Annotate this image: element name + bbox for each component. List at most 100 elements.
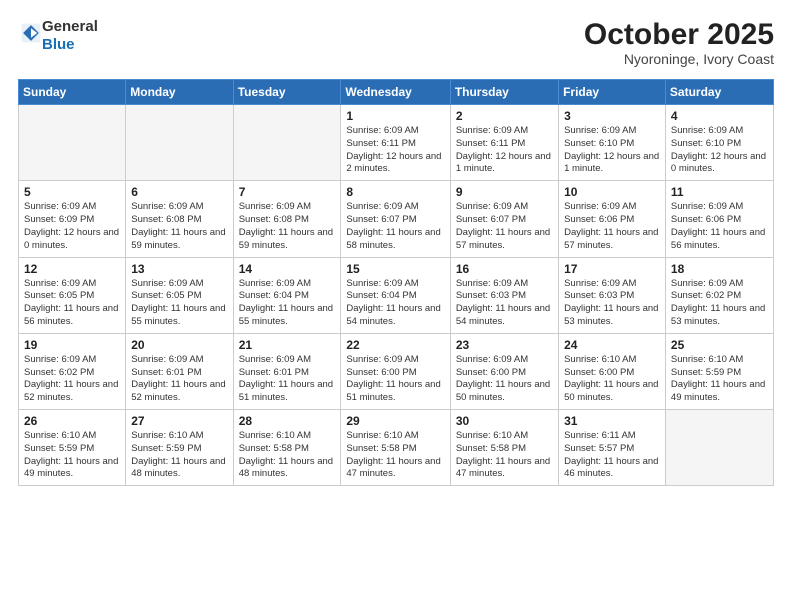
day-info: Sunrise: 6:09 AM Sunset: 6:05 PM Dayligh… [131,278,227,329]
day-info: Sunrise: 6:09 AM Sunset: 6:09 PM Dayligh… [24,201,120,252]
day-number: 28 [239,414,336,428]
table-row: 23 Sunrise: 6:09 AM Sunset: 6:00 PM Dayli… [450,333,558,409]
day-info: Sunrise: 6:09 AM Sunset: 6:04 PM Dayligh… [239,278,336,329]
table-row: 8 Sunrise: 6:09 AM Sunset: 6:07 PM Daylig… [341,181,450,257]
logo-blue: Blue [42,36,75,53]
day-number: 15 [346,262,444,276]
day-number: 18 [671,262,768,276]
day-number: 21 [239,338,336,352]
table-row: 1 Sunrise: 6:09 AM Sunset: 6:11 PM Daylig… [341,105,450,181]
day-info: Sunrise: 6:09 AM Sunset: 6:00 PM Dayligh… [456,354,553,405]
calendar-week-row: 19 Sunrise: 6:09 AM Sunset: 6:02 PM Dayli… [19,333,774,409]
table-row: 28 Sunrise: 6:10 AM Sunset: 5:58 PM Dayli… [233,410,341,486]
day-info: Sunrise: 6:09 AM Sunset: 6:04 PM Dayligh… [346,278,444,329]
day-number: 14 [239,262,336,276]
calendar-header-row: Sunday Monday Tuesday Wednesday Thursday… [19,80,774,105]
day-number: 23 [456,338,553,352]
day-info: Sunrise: 6:09 AM Sunset: 6:02 PM Dayligh… [671,278,768,329]
day-number: 26 [24,414,120,428]
col-saturday: Saturday [665,80,773,105]
table-row: 21 Sunrise: 6:09 AM Sunset: 6:01 PM Dayli… [233,333,341,409]
day-number: 6 [131,185,227,199]
table-row: 11 Sunrise: 6:09 AM Sunset: 6:06 PM Dayli… [665,181,773,257]
calendar-week-row: 26 Sunrise: 6:10 AM Sunset: 5:59 PM Dayli… [19,410,774,486]
table-row: 19 Sunrise: 6:09 AM Sunset: 6:02 PM Dayli… [19,333,126,409]
table-row: 4 Sunrise: 6:09 AM Sunset: 6:10 PM Daylig… [665,105,773,181]
table-row: 20 Sunrise: 6:09 AM Sunset: 6:01 PM Dayli… [126,333,233,409]
day-number: 1 [346,109,444,123]
table-row: 15 Sunrise: 6:09 AM Sunset: 6:04 PM Dayli… [341,257,450,333]
table-row: 16 Sunrise: 6:09 AM Sunset: 6:03 PM Dayli… [450,257,558,333]
table-row: 27Sunrise: 6:10 AM Sunset: 5:59 PM Dayli… [126,410,233,486]
day-info: Sunrise: 6:10 AM Sunset: 5:59 PM Dayligh… [131,430,227,481]
logo-icon [20,22,42,44]
col-tuesday: Tuesday [233,80,341,105]
calendar-week-row: 5 Sunrise: 6:09 AM Sunset: 6:09 PM Daylig… [19,181,774,257]
day-info: Sunrise: 6:10 AM Sunset: 5:58 PM Dayligh… [239,430,336,481]
day-info: Sunrise: 6:11 AM Sunset: 5:57 PM Dayligh… [564,430,660,481]
day-number: 10 [564,185,660,199]
day-number: 8 [346,185,444,199]
day-info: Sunrise: 6:10 AM Sunset: 5:59 PM Dayligh… [24,430,120,481]
table-row: 2 Sunrise: 6:09 AM Sunset: 6:11 PM Daylig… [450,105,558,181]
table-row: 6 Sunrise: 6:09 AM Sunset: 6:08 PM Daylig… [126,181,233,257]
table-row: 22Sunrise: 6:09 AM Sunset: 6:00 PM Dayli… [341,333,450,409]
day-number: 11 [671,185,768,199]
day-info: Sunrise: 6:09 AM Sunset: 6:03 PM Dayligh… [456,278,553,329]
table-row: 24 Sunrise: 6:10 AM Sunset: 6:00 PM Dayli… [559,333,666,409]
calendar-week-row: 1 Sunrise: 6:09 AM Sunset: 6:11 PM Daylig… [19,105,774,181]
table-row: 31Sunrise: 6:11 AM Sunset: 5:57 PM Dayli… [559,410,666,486]
day-info: Sunrise: 6:09 AM Sunset: 6:07 PM Dayligh… [346,201,444,252]
table-row: 13Sunrise: 6:09 AM Sunset: 6:05 PM Dayli… [126,257,233,333]
table-row: 10 Sunrise: 6:09 AM Sunset: 6:06 PM Dayli… [559,181,666,257]
col-wednesday: Wednesday [341,80,450,105]
table-row: 26 Sunrise: 6:10 AM Sunset: 5:59 PM Dayli… [19,410,126,486]
day-info: Sunrise: 6:09 AM Sunset: 6:07 PM Dayligh… [456,201,553,252]
logo: General Blue [18,18,98,54]
day-number: 22 [346,338,444,352]
day-info: Sunrise: 6:09 AM Sunset: 6:08 PM Dayligh… [131,201,227,252]
day-info: Sunrise: 6:09 AM Sunset: 6:01 PM Dayligh… [131,354,227,405]
day-number: 19 [24,338,120,352]
page: General Blue October 2025 Nyoroninge, Iv… [0,0,792,612]
day-info: Sunrise: 6:09 AM Sunset: 6:10 PM Dayligh… [671,125,768,176]
day-info: Sunrise: 6:09 AM Sunset: 6:11 PM Dayligh… [346,125,444,176]
day-number: 17 [564,262,660,276]
table-row: 30Sunrise: 6:10 AM Sunset: 5:58 PM Dayli… [450,410,558,486]
day-info: Sunrise: 6:09 AM Sunset: 6:01 PM Dayligh… [239,354,336,405]
day-info: Sunrise: 6:10 AM Sunset: 6:00 PM Dayligh… [564,354,660,405]
day-number: 24 [564,338,660,352]
day-number: 2 [456,109,553,123]
day-info: Sunrise: 6:09 AM Sunset: 6:02 PM Dayligh… [24,354,120,405]
day-info: Sunrise: 6:09 AM Sunset: 6:06 PM Dayligh… [564,201,660,252]
day-info: Sunrise: 6:09 AM Sunset: 6:03 PM Dayligh… [564,278,660,329]
day-number: 25 [671,338,768,352]
table-row: 18 Sunrise: 6:09 AM Sunset: 6:02 PM Dayli… [665,257,773,333]
table-row: 7Sunrise: 6:09 AM Sunset: 6:08 PM Daylig… [233,181,341,257]
header: General Blue October 2025 Nyoroninge, Iv… [18,18,774,67]
day-number: 29 [346,414,444,428]
table-row: 25 Sunrise: 6:10 AM Sunset: 5:59 PM Dayli… [665,333,773,409]
day-info: Sunrise: 6:10 AM Sunset: 5:58 PM Dayligh… [346,430,444,481]
month-title: October 2025 [584,18,774,51]
day-info: Sunrise: 6:09 AM Sunset: 6:11 PM Dayligh… [456,125,553,176]
col-monday: Monday [126,80,233,105]
day-info: Sunrise: 6:09 AM Sunset: 6:06 PM Dayligh… [671,201,768,252]
table-row: 9Sunrise: 6:09 AM Sunset: 6:07 PM Daylig… [450,181,558,257]
day-number: 30 [456,414,553,428]
day-info: Sunrise: 6:10 AM Sunset: 5:59 PM Dayligh… [671,354,768,405]
day-info: Sunrise: 6:09 AM Sunset: 6:10 PM Dayligh… [564,125,660,176]
table-row: 17 Sunrise: 6:09 AM Sunset: 6:03 PM Dayli… [559,257,666,333]
day-number: 20 [131,338,227,352]
table-row: 14 Sunrise: 6:09 AM Sunset: 6:04 PM Dayli… [233,257,341,333]
table-row: 12Sunrise: 6:09 AM Sunset: 6:05 PM Dayli… [19,257,126,333]
day-number: 5 [24,185,120,199]
table-row [665,410,773,486]
day-number: 16 [456,262,553,276]
calendar-table: Sunday Monday Tuesday Wednesday Thursday… [18,79,774,486]
table-row: 29 Sunrise: 6:10 AM Sunset: 5:58 PM Dayli… [341,410,450,486]
title-block: October 2025 Nyoroninge, Ivory Coast [584,18,774,67]
col-thursday: Thursday [450,80,558,105]
day-number: 4 [671,109,768,123]
day-number: 7 [239,185,336,199]
